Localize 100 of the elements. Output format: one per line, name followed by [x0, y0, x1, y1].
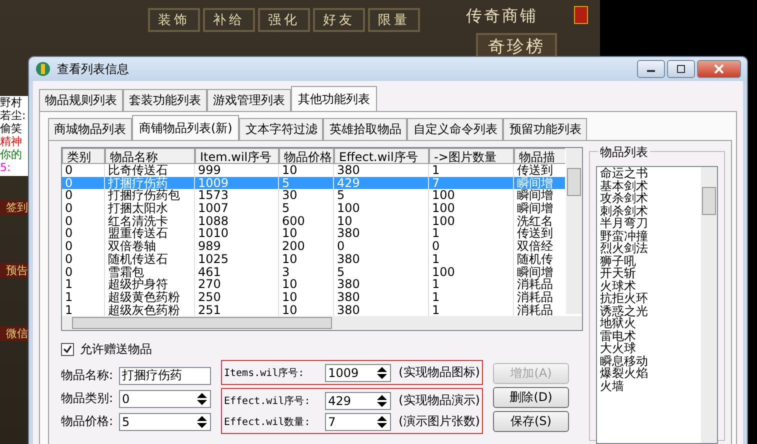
list-item[interactable]: 爆裂火焰: [600, 367, 648, 380]
table-cell: 100: [429, 189, 514, 202]
table-cell: 雪霜包: [105, 266, 195, 278]
table-cell: 0: [62, 227, 105, 240]
table-cell: 10: [279, 278, 334, 291]
table-cell: 10: [279, 252, 334, 266]
table-cell: 380: [334, 227, 429, 240]
close-icon: [713, 64, 725, 74]
spin-arrows-icon: [196, 414, 208, 428]
table-cell: 250: [195, 290, 279, 304]
game-tab[interactable]: 限量: [368, 8, 420, 32]
table-cell: 30: [279, 189, 334, 202]
table-cell: 5: [334, 266, 429, 278]
list-item[interactable]: 刺杀剑术: [600, 204, 648, 217]
column-header[interactable]: Item.wil序号: [195, 148, 279, 164]
column-header[interactable]: 类别: [62, 148, 105, 164]
side-button[interactable]: 签到: [0, 200, 28, 215]
list-item[interactable]: 火球术: [600, 280, 636, 292]
checkbox[interactable]: [61, 343, 74, 356]
tab[interactable]: 商城物品列表: [48, 118, 132, 140]
game-tab[interactable]: 装饰: [148, 8, 200, 32]
game-tab[interactable]: 强化: [258, 8, 310, 32]
tab[interactable]: 自定义命令列表: [407, 118, 504, 140]
tab[interactable]: 套装功能列表: [123, 89, 207, 111]
field-label: Effect.wil数量:: [224, 416, 312, 428]
vertical-scrollbar[interactable]: [701, 167, 717, 443]
column-header[interactable]: 物品名称: [105, 148, 195, 164]
field-label: Effect.wil序号:: [224, 394, 312, 408]
table-cell: 1: [429, 290, 514, 304]
list-item[interactable]: 狮子吼: [600, 254, 636, 267]
spin-field[interactable]: 1009: [325, 364, 391, 382]
table-cell: 随机传送石: [105, 252, 195, 266]
group-title: 物品列表: [598, 144, 650, 161]
spin-field[interactable]: 7: [325, 412, 391, 430]
field-label: 物品类别:: [61, 390, 114, 407]
field-label: 物品价格:: [61, 413, 114, 430]
list-item[interactable]: 火墙: [600, 380, 624, 392]
list-item[interactable]: 半月弯刀: [600, 217, 648, 230]
list-item[interactable]: 攻杀剑术: [600, 192, 648, 204]
table-cell: 1: [429, 278, 514, 291]
tab[interactable]: 其他功能列表: [291, 86, 377, 111]
list-item[interactable]: 雷电术: [600, 330, 636, 342]
table-cell: 1: [429, 252, 514, 266]
table-cell: 5: [334, 189, 429, 202]
game-tab[interactable]: 好友: [313, 8, 365, 32]
table-cell: 5: [279, 176, 334, 190]
table-cell: 0: [334, 240, 429, 253]
table-cell: 100: [429, 266, 514, 278]
vertical-scrollbar[interactable]: [566, 148, 582, 314]
side-button[interactable]: 微信: [0, 326, 28, 341]
table-cell: 1007: [195, 202, 279, 215]
table-cell: 1573: [195, 189, 279, 202]
list-item[interactable]: 命运之书: [600, 167, 648, 180]
list-item[interactable]: 瞬息移动: [600, 354, 648, 367]
minimize-button[interactable]: [637, 60, 665, 78]
list-item[interactable]: 地狱火: [600, 317, 636, 330]
list-item[interactable]: 大火球: [600, 342, 636, 354]
list-item[interactable]: 野蛮冲撞: [600, 230, 648, 242]
table-cell: 380: [334, 278, 429, 291]
spin-field[interactable]: 5: [119, 412, 211, 430]
table-cell: 0: [62, 202, 105, 215]
list-item[interactable]: 开天斩: [600, 267, 636, 280]
table-cell: 3: [279, 266, 334, 278]
table-cell: 0: [62, 240, 105, 253]
spin-field[interactable]: 429: [325, 392, 391, 410]
chat-line: 精神: [0, 135, 23, 148]
tab[interactable]: 英雄拾取物品: [323, 118, 408, 140]
column-header[interactable]: Effect.wil序号: [334, 148, 429, 164]
input-field[interactable]: 打捆疗伤药: [119, 366, 211, 384]
list-item[interactable]: 烈火剑法: [600, 242, 648, 254]
action-button[interactable]: 保存(S): [493, 411, 569, 432]
table-cell: 超级黄色药粉: [105, 290, 195, 304]
tab[interactable]: 商铺物品列表(新): [132, 115, 240, 140]
list-item[interactable]: 诱惑之光: [600, 304, 648, 317]
column-header[interactable]: 物品价格: [279, 148, 334, 164]
table-cell: 1010: [195, 227, 279, 240]
tab[interactable]: 物品规则列表: [39, 89, 123, 111]
chat-line: 5:: [0, 161, 12, 174]
spin-field[interactable]: 0: [119, 390, 211, 408]
close-icon[interactable]: [574, 6, 588, 24]
column-header[interactable]: ->图片数量: [429, 148, 514, 164]
table-cell: 1: [62, 278, 105, 291]
field-label: 物品名称:: [61, 367, 114, 384]
spin-arrows-icon: [376, 394, 388, 408]
list-item[interactable]: 抗拒火环: [600, 292, 648, 304]
horizontal-scrollbar[interactable]: [62, 316, 582, 330]
table-cell: 380: [334, 252, 429, 266]
spin-arrows-icon: [196, 392, 208, 406]
close-button[interactable]: [697, 60, 741, 78]
tab[interactable]: 预留功能列表: [503, 118, 588, 140]
list-item[interactable]: 基本剑术: [600, 180, 648, 192]
tab[interactable]: 文本字符过滤: [239, 118, 324, 140]
table-cell: 0: [62, 189, 105, 202]
tab[interactable]: 游戏管理列表: [207, 89, 291, 111]
action-button[interactable]: 删除(D): [493, 387, 569, 408]
table-cell: 100: [334, 202, 429, 215]
side-button[interactable]: 预告: [0, 263, 28, 278]
table-cell: 0: [429, 240, 514, 253]
game-tab[interactable]: 补给: [203, 8, 255, 32]
maximize-button[interactable]: [667, 60, 695, 78]
